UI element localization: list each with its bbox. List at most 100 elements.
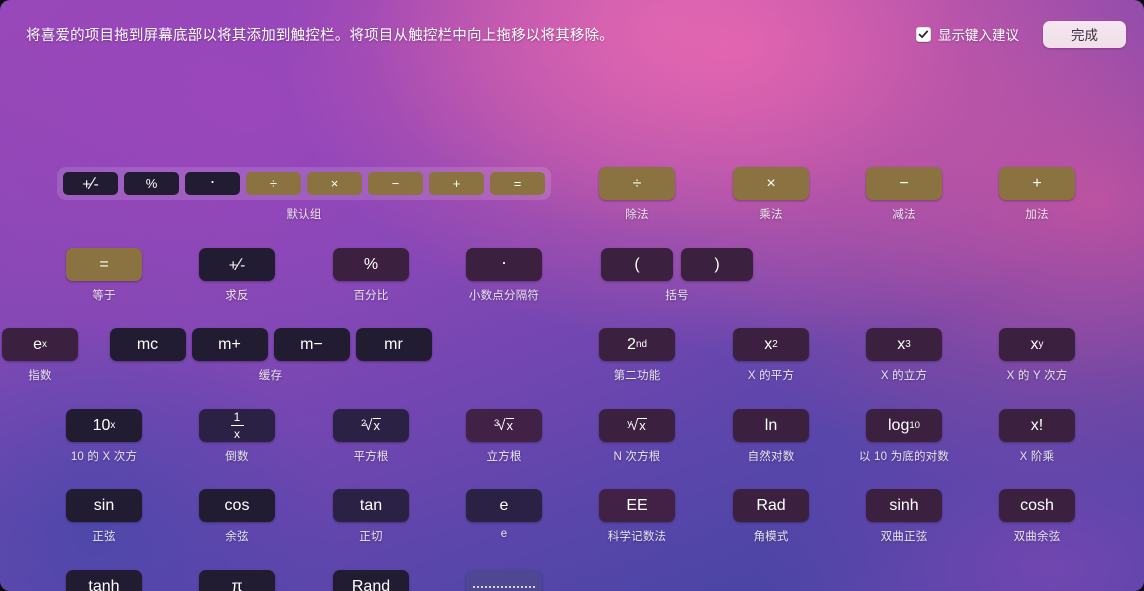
- equals-button[interactable]: =: [66, 248, 142, 281]
- memory-recall-button[interactable]: mr: [355, 328, 432, 361]
- minus-button-caption: 减法: [892, 209, 916, 221]
- drag-hint-text: 将喜爱的项目拖到屏幕底部以将其添加到触控栏。将项目从触控栏中向上拖移以将其移除。: [26, 27, 614, 44]
- plus-button-cell: + 加法: [997, 167, 1077, 222]
- multiply-button[interactable]: ×: [733, 167, 809, 200]
- equals-button-cell: = 等于: [64, 248, 144, 303]
- space-key-button-cell: 空格键: [464, 570, 544, 591]
- log-base-10-button[interactable]: log 10: [866, 409, 942, 442]
- scientific-notation-button[interactable]: EE: [599, 489, 675, 522]
- parentheses-pair: (): [601, 248, 753, 281]
- angle-mode-button-caption: 角模式: [753, 531, 789, 543]
- nth-root-button-caption: N 次方根: [613, 451, 661, 463]
- decimal-separator-button[interactable]: ·: [466, 248, 542, 281]
- touchbar-customize-screen: 将喜爱的项目拖到屏幕底部以将其添加到触控栏。将项目从触控栏中向上拖移以将其移除。…: [0, 0, 1144, 591]
- cube-root-button[interactable]: 3 √x: [466, 409, 542, 442]
- group-caption: 默认组: [286, 209, 322, 221]
- x-to-the-y-button-cell: xy X 的 Y 次方: [997, 328, 1077, 383]
- pi-button[interactable]: π: [199, 570, 275, 591]
- ten-to-the-x-button-caption: 10 的 X 次方: [70, 451, 138, 463]
- memory-clear-button[interactable]: mc: [109, 328, 186, 361]
- x-cubed-button-caption: X 的立方: [880, 370, 928, 382]
- default-group: +∕-% · ÷ × − + = 默认组: [57, 167, 551, 222]
- tangent-button[interactable]: tan: [333, 489, 409, 522]
- decimal-strip[interactable]: ·: [185, 172, 240, 195]
- multiply-button-caption: 乘法: [759, 209, 783, 221]
- e-to-the-x-button-cell: e x 指数: [0, 328, 80, 383]
- e-to-the-x-button-caption: 指数: [28, 370, 52, 382]
- decimal-separator-button-caption: 小数点分隔符: [468, 290, 540, 302]
- decimal-separator-button-cell: · 小数点分隔符: [464, 248, 544, 303]
- default-group-container: +∕-% · ÷ × − + =: [57, 167, 551, 200]
- nth-root-button[interactable]: y √x: [599, 409, 675, 442]
- group-caption: 缓存: [258, 370, 283, 382]
- hyperbolic-cosine-button-cell: cosh 双曲余弦: [997, 489, 1077, 544]
- hyperbolic-cosine-button-caption: 双曲余弦: [1013, 531, 1061, 543]
- memory-add-button[interactable]: m+: [191, 328, 268, 361]
- sine-button-caption: 正弦: [92, 531, 116, 543]
- open-paren-button[interactable]: (: [601, 248, 673, 281]
- minus-button-cell: − 减法: [864, 167, 944, 222]
- divide-button-cell: ÷ 除法: [597, 167, 677, 222]
- memory-subtract-button[interactable]: m−: [273, 328, 350, 361]
- angle-mode-button-cell: Rad 角模式: [731, 489, 811, 544]
- reciprocal-button[interactable]: 1x: [199, 409, 275, 442]
- square-root-button[interactable]: 2 √x: [333, 409, 409, 442]
- reciprocal-button-caption: 倒数: [225, 451, 249, 463]
- factorial-button[interactable]: x!: [999, 409, 1075, 442]
- hyperbolic-tangent-button[interactable]: tanh: [66, 570, 142, 591]
- ten-to-the-x-button-cell: 10 x 10 的 X 次方: [64, 409, 144, 464]
- done-button[interactable]: 完成: [1043, 20, 1126, 48]
- divide-button[interactable]: ÷: [599, 167, 675, 200]
- button-palette: +∕-% · ÷ × − + = 默认组 ÷ 除法 × 乘法 − 减法 + 加法 = 等于 +∕- 求反% 百分比 · 小数…: [0, 68, 1144, 591]
- sine-button-cell: sin 正弦: [64, 489, 144, 544]
- equals-strip[interactable]: =: [490, 172, 545, 195]
- euler-number-button[interactable]: e: [466, 489, 542, 522]
- x-cubed-button[interactable]: x3: [866, 328, 942, 361]
- close-paren-button[interactable]: ): [681, 248, 753, 281]
- divide-strip[interactable]: ÷: [246, 172, 301, 195]
- scientific-notation-button-cell: EE 科学记数法: [597, 489, 677, 544]
- plus-minus-strip[interactable]: +∕-: [63, 172, 118, 195]
- sine-button[interactable]: sin: [66, 489, 142, 522]
- hyperbolic-cosine-button[interactable]: cosh: [999, 489, 1075, 522]
- space-key-button[interactable]: [466, 570, 542, 591]
- cube-root-button-caption: 立方根: [486, 451, 522, 463]
- natural-log-button[interactable]: ln: [733, 409, 809, 442]
- square-root-button-cell: 2 √x 平方根: [331, 409, 411, 464]
- x-squared-button[interactable]: x2: [733, 328, 809, 361]
- natural-log-button-cell: ln 自然对数: [731, 409, 811, 464]
- plus-minus-button[interactable]: +∕-: [199, 248, 275, 281]
- e-to-the-x-button[interactable]: ex: [2, 328, 78, 361]
- plus-button[interactable]: +: [999, 167, 1075, 200]
- hyperbolic-sine-button-caption: 双曲正弦: [880, 531, 928, 543]
- header-controls: 显示键入建议 完成: [916, 20, 1126, 48]
- ten-to-the-x-button[interactable]: 10 x: [66, 409, 142, 442]
- reciprocal-button-cell: 1 x 倒数: [197, 409, 277, 464]
- nth-root-button-cell: y √x N 次方根: [597, 409, 677, 464]
- plus-strip[interactable]: +: [429, 172, 484, 195]
- angle-mode-button[interactable]: Rad: [733, 489, 809, 522]
- minus-strip[interactable]: −: [368, 172, 423, 195]
- x-squared-button-cell: x2 X 的平方: [731, 328, 811, 383]
- equals-button-caption: 等于: [92, 290, 116, 302]
- show-typing-suggestions-checkbox[interactable]: 显示键入建议: [916, 24, 1019, 44]
- minus-button[interactable]: −: [866, 167, 942, 200]
- multiply-strip[interactable]: ×: [307, 172, 362, 195]
- second-function-button-cell: 2nd 第二功能: [597, 328, 677, 383]
- euler-number-button-cell: ee: [464, 489, 544, 540]
- square-root-button-caption: 平方根: [353, 451, 389, 463]
- cube-root-button-cell: 3 √x 立方根: [464, 409, 544, 464]
- cosine-button[interactable]: cos: [199, 489, 275, 522]
- second-function-button[interactable]: 2nd: [599, 328, 675, 361]
- factorial-button-cell: x! X 阶乘: [997, 409, 1077, 464]
- hyperbolic-sine-button[interactable]: sinh: [866, 489, 942, 522]
- random-number-button[interactable]: Rand: [333, 570, 409, 591]
- percent-button-caption: 百分比: [353, 290, 389, 302]
- percent-button[interactable]: %: [333, 248, 409, 281]
- memory-group-container: mc m+ m− mr: [109, 328, 432, 361]
- divide-button-caption: 除法: [625, 209, 649, 221]
- percent-strip[interactable]: %: [124, 172, 179, 195]
- natural-log-button-caption: 自然对数: [747, 451, 795, 463]
- x-to-the-y-button[interactable]: xy: [999, 328, 1075, 361]
- header-bar: 将喜爱的项目拖到屏幕底部以将其添加到触控栏。将项目从触控栏中向上拖移以将其移除。…: [0, 0, 1144, 68]
